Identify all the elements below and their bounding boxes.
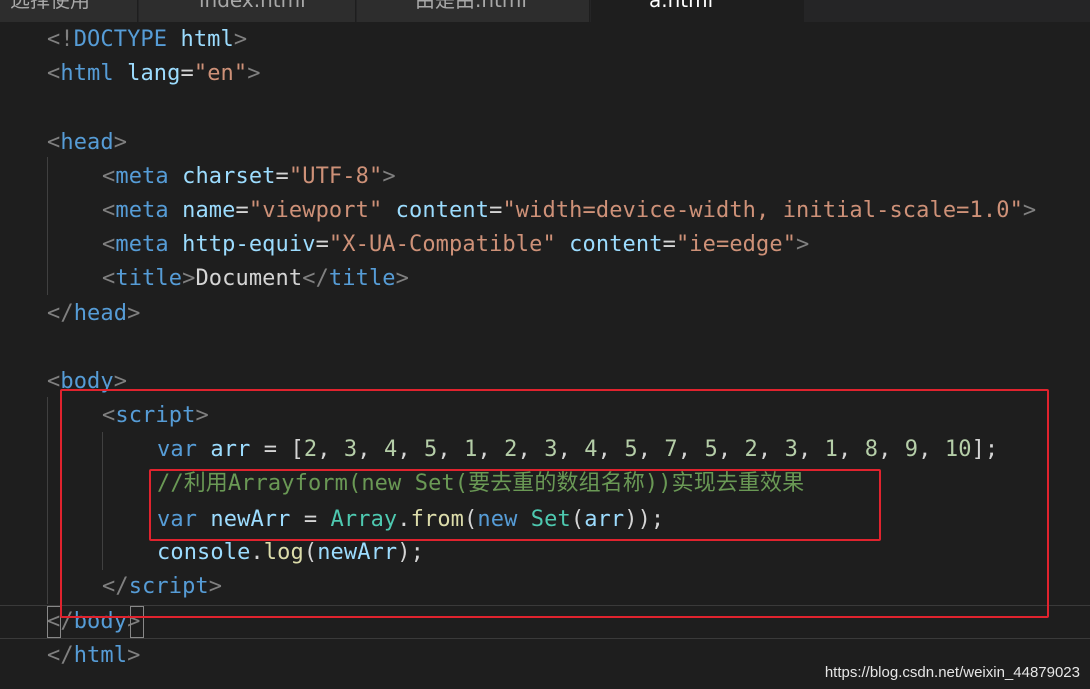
bracket-match-open [47,606,61,638]
code-line-9: </head> [47,301,141,326]
editor-tab-bar: 选择使用 index.html 由是由.html a.html [0,0,1090,22]
annotation-box-array-from [149,469,881,541]
code-line-1: <!DOCTYPE html> [47,27,248,52]
tab-label: 由是由.html [415,0,527,12]
indent-guide [47,157,48,295]
tab-label: index.html [199,0,306,12]
code-line-19: </html> [47,643,141,668]
code-line-4: <head> [47,130,128,155]
tab-3[interactable]: 由是由.html [357,0,590,22]
code-line-8: <title>Document</title> [102,266,410,291]
code-line-6: <meta name="viewport" content="width=dev… [102,198,1037,223]
code-line-7: <meta http-equiv="X-UA-Compatible" conte… [102,232,810,257]
watermark: https://blog.csdn.net/weixin_44879023 [824,664,1080,681]
tab-1[interactable]: 选择使用 [0,0,138,22]
tab-label: a.html [649,0,714,12]
code-line-2: <html lang="en"> [47,61,261,86]
tab-label: 选择使用 [10,0,90,12]
indent-guide [47,397,48,604]
tab-a-html-active[interactable]: a.html [591,0,804,22]
code-line-5: <meta charset="UTF-8"> [102,164,396,189]
tab-index-html[interactable]: index.html [139,0,356,22]
